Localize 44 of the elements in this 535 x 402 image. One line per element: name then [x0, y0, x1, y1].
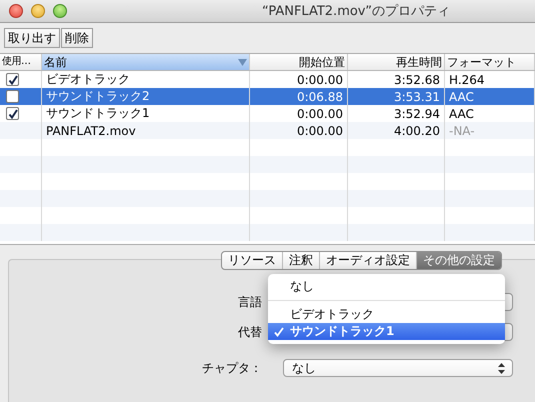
table-cell: サウンドトラック1	[46, 105, 150, 122]
field-label: 代替	[237, 324, 262, 340]
table-cell: 4:00.20	[394, 124, 440, 138]
table-cell: H.264	[449, 72, 485, 86]
menu-item[interactable]: なし	[268, 278, 505, 295]
field-label: 言語	[237, 294, 262, 310]
table-cell: AAC	[449, 106, 474, 120]
table-cell: 3:52.94	[394, 106, 440, 120]
table-row[interactable]: サウンドトラック2 0:06.88 3:53.31 AAC	[0, 88, 535, 105]
tab[interactable]: その他の設定	[417, 252, 501, 269]
tab[interactable]: リソース	[222, 252, 283, 269]
menu-item[interactable]: サウンドトラック1	[268, 323, 505, 340]
table-row[interactable]: PANFLAT2.mov 0:00.00 4:00.20 -NA-	[0, 122, 535, 139]
tab[interactable]: 注釈	[283, 252, 320, 269]
minimize-button[interactable]	[31, 4, 45, 18]
column-header[interactable]: 開始位置	[250, 54, 348, 70]
checkbox[interactable]	[6, 73, 19, 86]
up-down-arrows-icon	[498, 362, 505, 374]
table-cell: ビデオトラック	[46, 71, 130, 88]
menu-item[interactable]: ビデオトラック	[268, 306, 505, 323]
checkbox[interactable]	[6, 107, 19, 120]
popup-button[interactable]: なし	[283, 359, 513, 377]
toolbar-button[interactable]: 取り出す	[4, 28, 60, 48]
checkmark-icon	[274, 327, 284, 337]
table-cell: サウンドトラック2	[46, 88, 150, 105]
table-cell: 3:52.68	[394, 72, 440, 86]
column-header[interactable]: 名前	[42, 54, 250, 70]
checkbox[interactable]	[6, 90, 19, 103]
table-cell: -NA-	[449, 124, 475, 138]
table-cell: 0:00.00	[296, 106, 343, 120]
table-cell: PANFLAT2.mov	[46, 124, 136, 138]
column-header[interactable]: 再生時間	[348, 54, 445, 70]
table-cell: 3:53.31	[394, 90, 440, 104]
table-cell: 0:06.88	[296, 90, 343, 104]
window-title: “PANFLAT2.mov”のプロパティ	[260, 3, 452, 20]
close-button[interactable]	[9, 4, 23, 18]
column-header[interactable]: フォーマット	[445, 54, 535, 70]
toolbar-button[interactable]: 削除	[61, 28, 93, 48]
sort-arrow-icon	[238, 58, 247, 66]
table-cell: 0:00.00	[296, 72, 343, 86]
table-cell: 0:00.00	[296, 124, 343, 138]
zoom-button[interactable]	[53, 4, 67, 18]
table-cell: AAC	[449, 90, 474, 104]
field-label: チャプタ：	[201, 360, 262, 376]
